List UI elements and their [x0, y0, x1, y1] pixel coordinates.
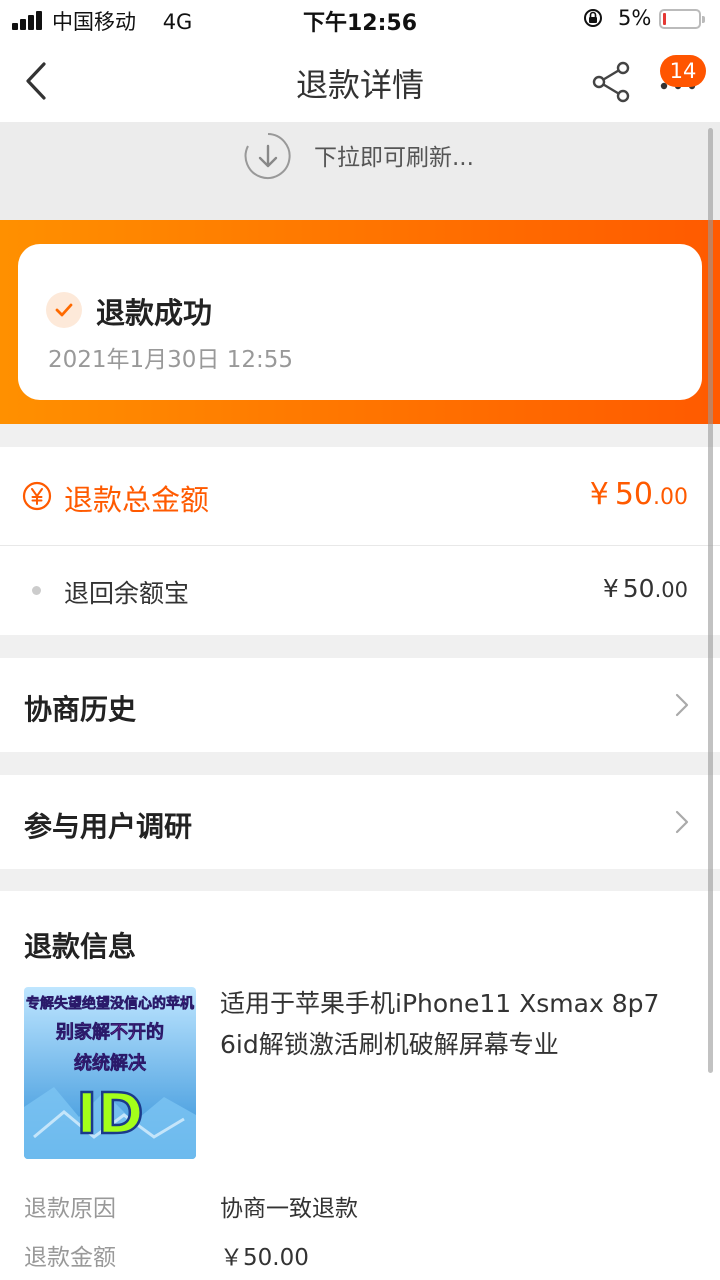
total-currency: ¥ [589, 477, 609, 512]
section-divider [0, 752, 720, 775]
status-banner: 退款成功 2021年1月30日 12:55 [0, 220, 720, 424]
refund-destination-row: 退回余额宝 ¥50.00 [0, 546, 720, 635]
pull-down-arrow-icon [244, 133, 291, 179]
refund-amount-label: 退款金额 [24, 1245, 116, 1271]
product-image-line4: ID [76, 1082, 143, 1147]
refund-info-section: 退款信息 专解失望绝望没信心的苹机 别家解不开的 统统解决 ID 适用于苹果手机… [0, 891, 720, 1280]
chevron-right-icon [675, 810, 689, 834]
product-image[interactable]: 专解失望绝望没信心的苹机 别家解不开的 统统解决 ID [24, 987, 196, 1159]
negotiation-history-label: 协商历史 [24, 693, 137, 726]
refund-amount-value: ￥50.00 [220, 1245, 309, 1271]
refund-destination-value: ¥50.00 [603, 574, 688, 603]
product-image-line2: 别家解不开的 [55, 1021, 164, 1043]
refund-status-time: 2021年1月30日 12:55 [48, 347, 294, 373]
refund-reason-value: 协商一致退款 [220, 1196, 358, 1222]
total-int: 50 [614, 477, 653, 512]
sub-currency: ¥ [602, 574, 619, 603]
product-image-line3: 统统解决 [74, 1052, 147, 1074]
nav-bar: 退款详情 14 [0, 40, 720, 122]
refund-status-title: 退款成功 [96, 296, 213, 330]
pull-refresh-area: 下拉即可刷新... [0, 122, 720, 220]
refund-amount-section: 退款总金额 ¥50.00 退回余额宝 ¥50.00 [0, 447, 720, 635]
notification-badge: 14 [660, 55, 706, 87]
scrollbar[interactable] [708, 128, 713, 1073]
sub-dec: .00 [654, 578, 688, 602]
user-survey-row[interactable]: 参与用户调研 [0, 775, 720, 869]
refund-total-row: 退款总金额 ¥50.00 [0, 447, 720, 546]
refund-total-label: 退款总金额 [64, 483, 210, 517]
chevron-right-icon [675, 693, 689, 717]
sub-int: 50 [622, 574, 655, 603]
section-divider [0, 635, 720, 658]
total-dec: .00 [653, 485, 688, 510]
check-icon [46, 292, 82, 328]
battery-icon [659, 9, 705, 29]
share-icon[interactable] [590, 60, 634, 104]
refund-reason-label: 退款原因 [24, 1196, 116, 1222]
bullet-dot [32, 586, 41, 595]
section-divider [0, 869, 720, 891]
yen-icon [22, 481, 52, 511]
section-divider [0, 424, 720, 447]
refund-status-card: 退款成功 2021年1月30日 12:55 [18, 244, 702, 400]
status-time: 下午12:56 [302, 11, 418, 36]
refund-destination-label: 退回余额宝 [64, 579, 190, 608]
refund-info-title: 退款信息 [24, 930, 137, 963]
product-image-line1: 专解失望绝望没信心的苹机 [26, 995, 194, 1012]
negotiation-history-row[interactable]: 协商历史 [0, 658, 720, 752]
user-survey-label: 参与用户调研 [24, 810, 193, 843]
refund-total-value: ¥50.00 [590, 477, 688, 512]
battery-percent: 5% [618, 6, 652, 30]
status-bar: 中国移动 4G 下午12:56 5% [0, 0, 720, 40]
rotation-lock-icon [584, 9, 602, 27]
product-title[interactable]: 适用于苹果手机iPhone11 Xsmax 8p7 6id解锁激活刷机破解屏幕专… [220, 983, 680, 1065]
refresh-hint: 下拉即可刷新... [314, 145, 474, 171]
